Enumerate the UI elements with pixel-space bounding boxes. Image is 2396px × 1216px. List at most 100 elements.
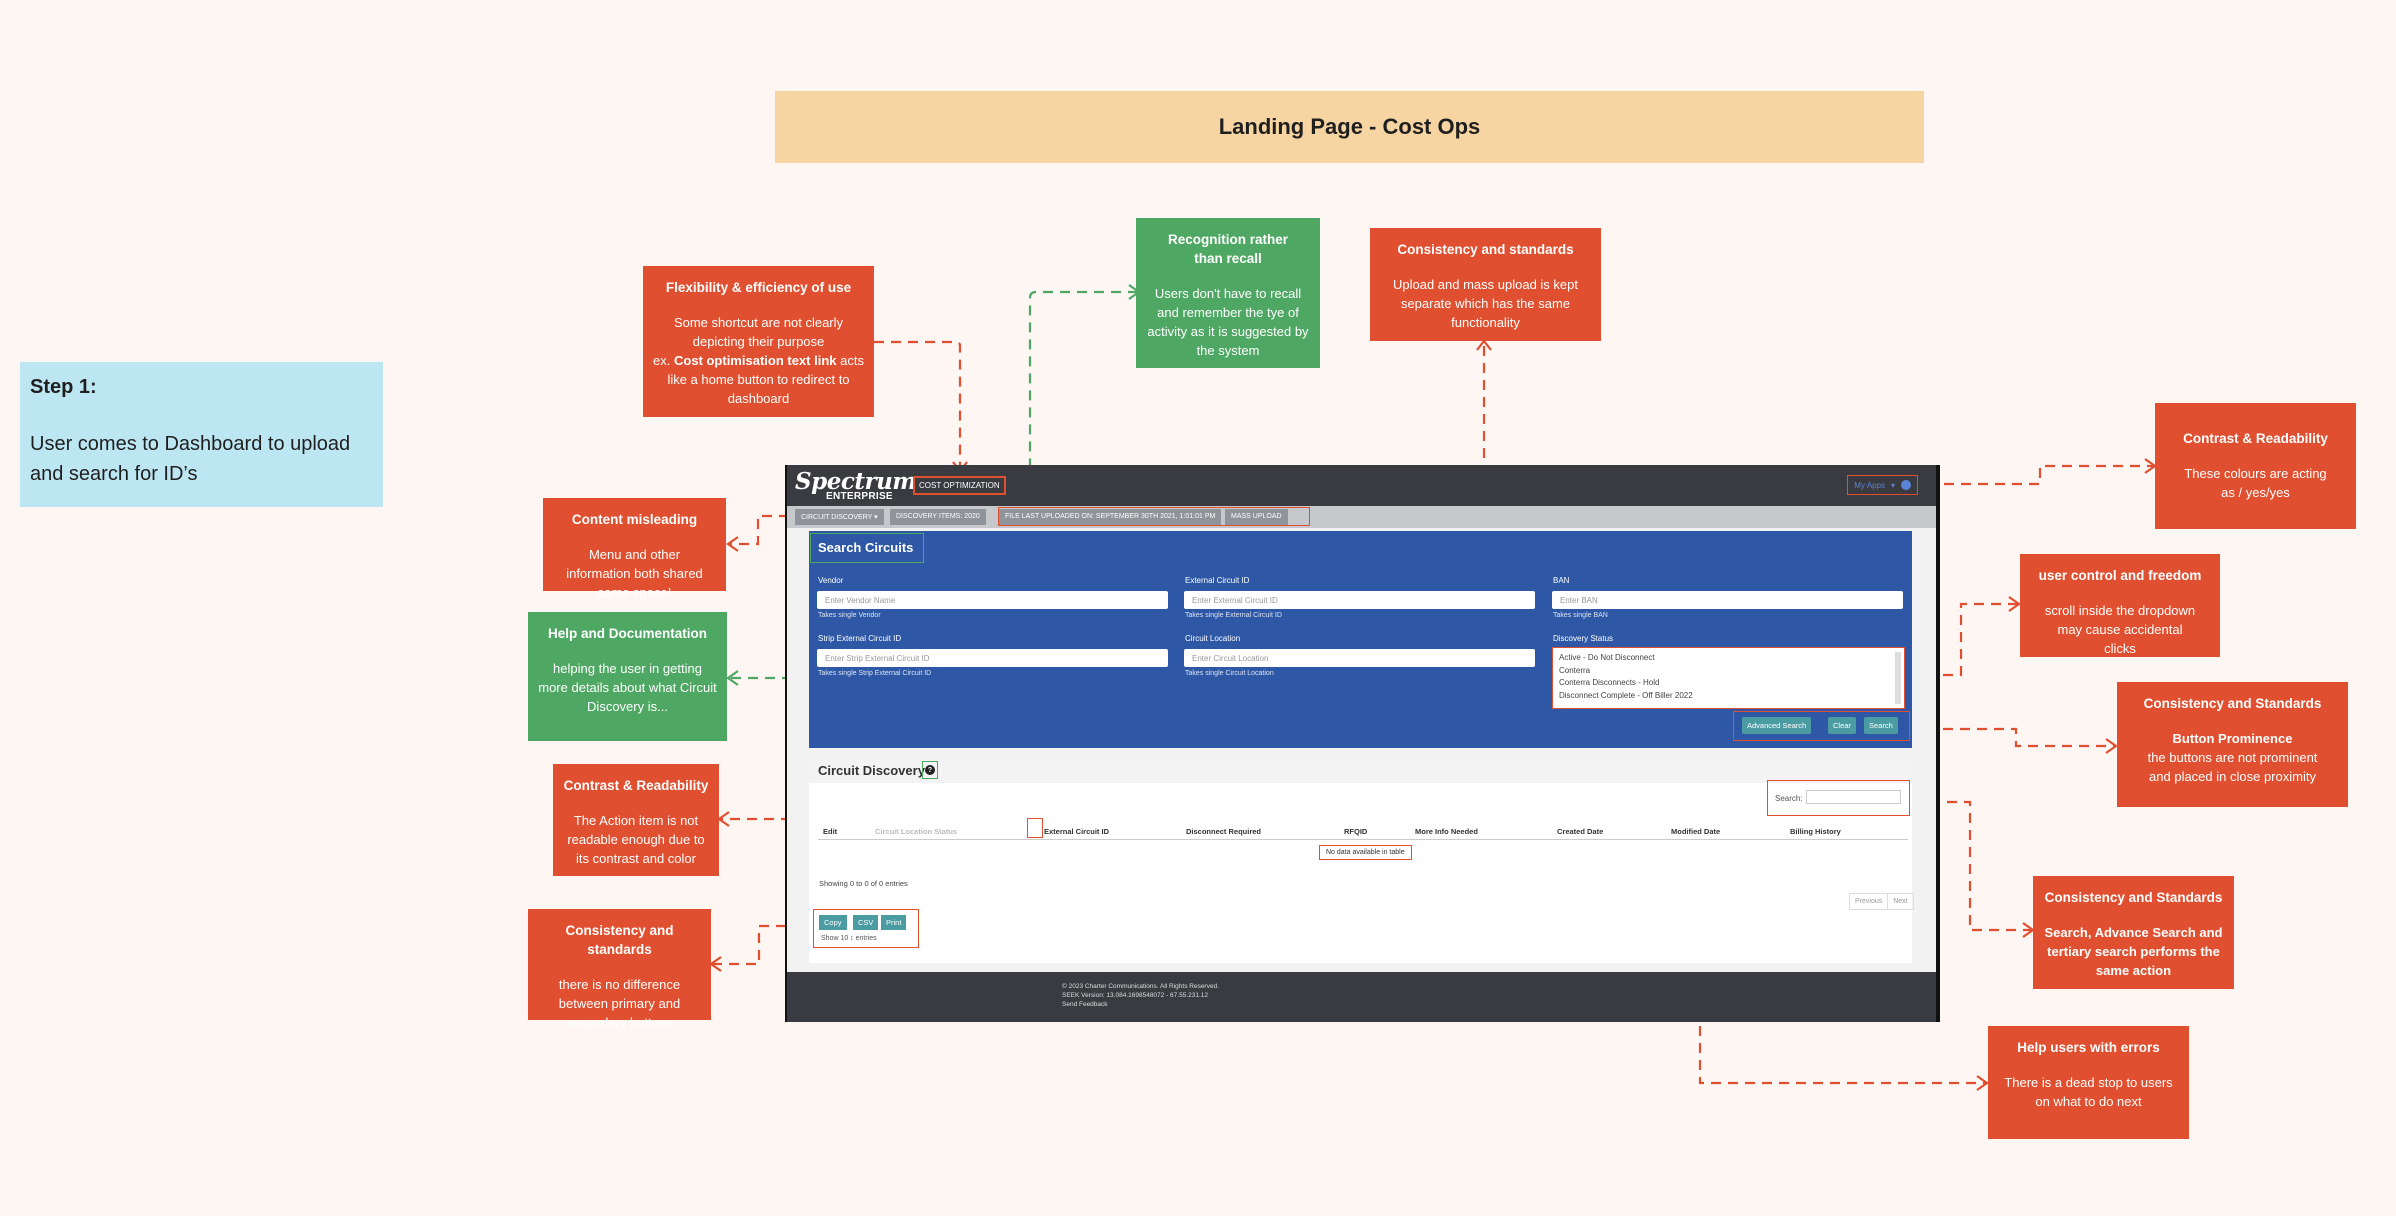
version-text: SEEK Version: 13.084.1698548072 - 67.55.… bbox=[1062, 992, 1209, 999]
note-consistency-search: Consistency and Standards Search, Advanc… bbox=[2033, 876, 2234, 989]
column-header[interactable]: More Info Needed bbox=[1415, 827, 1478, 836]
status-option[interactable]: Disconnect Complete - Off Biller 2022 bbox=[1559, 690, 1898, 703]
note-contrast-apps: Contrast & Readability These colours are… bbox=[2155, 403, 2356, 529]
note-content-misleading: Content misleading Menu and other inform… bbox=[543, 498, 726, 600]
note-recognition: Recognition rather than recall Users don… bbox=[1136, 218, 1320, 368]
ban-input[interactable]: Enter BAN bbox=[1552, 591, 1903, 609]
send-feedback-link[interactable]: Send Feedback bbox=[1062, 1001, 1108, 1008]
app-screenshot: Spectrum ENTERPRISE COST OPTIMIZATION My… bbox=[785, 465, 1940, 1022]
tab-discovery-items[interactable]: DISCOVERY ITEMS: 2020 bbox=[890, 509, 986, 525]
copy-button[interactable]: Copy bbox=[819, 915, 847, 930]
cost-optimization-link[interactable]: COST OPTIMIZATION bbox=[913, 476, 1006, 495]
column-header[interactable]: Modified Date bbox=[1671, 827, 1720, 836]
show-entries-select[interactable]: Show 10 ↕ entries bbox=[821, 935, 877, 942]
previous-button[interactable]: Previous bbox=[1850, 894, 1887, 909]
app-footer: © 2023 Charter Communications. All Right… bbox=[787, 972, 1936, 1022]
note-consistency-buttons-subtitle: Button Prominence bbox=[2172, 731, 2293, 746]
spectrum-logo-sub: ENTERPRISE bbox=[826, 491, 893, 502]
column-header[interactable]: Circuit Location Status bbox=[875, 827, 957, 836]
note-help-docs: Help and Documentation helping the user … bbox=[528, 612, 727, 741]
page-title: Landing Page - Cost Ops bbox=[775, 91, 1924, 163]
note-content-misleading-title: Content misleading bbox=[571, 512, 698, 527]
column-header[interactable]: Created Date bbox=[1557, 827, 1603, 836]
external-circuit-id-hint: Takes single External Circuit ID bbox=[1185, 612, 1282, 619]
next-button[interactable]: Next bbox=[1887, 894, 1912, 909]
external-circuit-id-label: External Circuit ID bbox=[1185, 576, 1250, 585]
status-option[interactable]: Active - Do Not Disconnect bbox=[1559, 652, 1898, 665]
app-header: Spectrum ENTERPRISE COST OPTIMIZATION My… bbox=[787, 465, 1936, 506]
csv-button[interactable]: CSV bbox=[853, 915, 879, 930]
chevron-down-icon: ▾ bbox=[1890, 480, 1895, 490]
column-header[interactable]: RFQID bbox=[1344, 827, 1367, 836]
table-search-input[interactable] bbox=[1806, 790, 1901, 804]
note-errors: Help users with errors There is a dead s… bbox=[1988, 1026, 2189, 1139]
note-contrast-action: Contrast & Readability The Action item i… bbox=[553, 764, 719, 876]
step-heading: Step 1: bbox=[30, 376, 97, 398]
help-icon[interactable]: ? bbox=[922, 761, 938, 779]
column-header[interactable]: Billing History bbox=[1790, 827, 1841, 836]
note-contrast-action-title: Contrast & Readability bbox=[563, 778, 709, 793]
discovery-status-select[interactable]: Active - Do Not Disconnect Conterra Cont… bbox=[1552, 647, 1905, 709]
clear-button[interactable]: Clear bbox=[1828, 717, 1856, 734]
note-consistency-upload-body: Upload and mass upload is kept separate … bbox=[1392, 277, 1578, 330]
step-text: User comes to Dashboard to upload and se… bbox=[30, 433, 351, 485]
note-consistency-buttons-title: Consistency and Standards bbox=[2143, 696, 2322, 711]
circuit-discovery-title: Circuit Discovery bbox=[818, 763, 925, 778]
vendor-input[interactable]: Enter Vendor Name bbox=[817, 591, 1168, 609]
note-consistency-export: Consistency and standards there is no di… bbox=[528, 909, 711, 1030]
status-option[interactable]: Conterra Disconnects - Hold bbox=[1559, 677, 1898, 690]
pagination: Previous Next bbox=[1849, 893, 1914, 910]
column-header[interactable]: Edit bbox=[823, 827, 837, 836]
strip-external-circuit-id-hint: Takes single Strip External Circuit ID bbox=[818, 670, 932, 677]
circuit-discovery-panel: Circuit Discovery ? Search: Edit Circuit… bbox=[809, 755, 1914, 963]
table-search: Search: bbox=[1767, 780, 1910, 816]
external-circuit-id-input[interactable]: Enter External Circuit ID bbox=[1184, 591, 1535, 609]
note-contrast-apps-title: Contrast & Readability bbox=[2183, 431, 2328, 446]
print-button[interactable]: Print bbox=[881, 915, 907, 930]
note-errors-body: There is a dead stop to users on what to… bbox=[2004, 1075, 2173, 1109]
note-help-docs-body: helping the user in getting more details… bbox=[538, 661, 717, 714]
note-flexibility-title: Flexibility & efficiency of use bbox=[665, 280, 852, 295]
circuit-discovery-header: Circuit Discovery ? bbox=[809, 755, 1912, 783]
status-scrollbar[interactable] bbox=[1895, 652, 1901, 704]
table-divider bbox=[818, 839, 1908, 840]
tab-circuit-discovery[interactable]: CIRCUIT DISCOVERY ▾ bbox=[795, 509, 884, 525]
note-flexibility-line2: ex. Cost optimisation text link acts lik… bbox=[653, 353, 864, 406]
note-consistency-buttons: Consistency and Standards Button Promine… bbox=[2117, 682, 2348, 807]
note-consistency-export-title: Consistency and standards bbox=[565, 923, 674, 957]
strip-external-circuit-id-label: Strip External Circuit ID bbox=[818, 634, 902, 643]
note-flexibility: Flexibility & efficiency of use Some sho… bbox=[643, 266, 874, 417]
vendor-hint: Takes single Vendor bbox=[818, 612, 881, 619]
status-option[interactable]: Conterra bbox=[1559, 665, 1898, 678]
note-consistency-upload-title: Consistency and standards bbox=[1397, 242, 1574, 257]
note-flexibility-line1: Some shortcut are not clearly depicting … bbox=[673, 315, 844, 349]
ban-hint: Takes single BAN bbox=[1553, 612, 1608, 619]
note-user-control: user control and freedom scroll inside t… bbox=[2020, 554, 2220, 657]
search-button[interactable]: Search bbox=[1864, 717, 1898, 734]
column-header[interactable]: External Circuit ID bbox=[1044, 827, 1109, 836]
circuit-location-label: Circuit Location bbox=[1185, 634, 1241, 643]
copyright-text: © 2023 Charter Communications. All Right… bbox=[1062, 983, 1219, 990]
my-apps-label: My Apps bbox=[1854, 480, 1885, 490]
entries-info: Showing 0 to 0 of 0 entries bbox=[819, 879, 908, 888]
note-content-misleading-body: Menu and other information both shared s… bbox=[566, 547, 703, 600]
my-apps-menu[interactable]: My Apps ▾ bbox=[1847, 475, 1918, 495]
search-button-group: Advanced Search Clear Search bbox=[1733, 711, 1910, 741]
table-search-label: Search: bbox=[1775, 794, 1803, 803]
note-consistency-search-body: Search, Advance Search and tertiary sear… bbox=[2044, 925, 2223, 978]
note-recognition-title: Recognition rather than recall bbox=[1167, 232, 1288, 266]
column-header[interactable]: Disconnect Required bbox=[1186, 827, 1261, 836]
discovery-status-label: Discovery Status bbox=[1553, 634, 1614, 643]
note-consistency-upload: Consistency and standards Upload and mas… bbox=[1370, 228, 1601, 341]
action-highlight bbox=[1027, 818, 1043, 838]
note-contrast-apps-body: These colours are acting as / yes/yes bbox=[2184, 466, 2327, 500]
circuit-location-input[interactable]: Enter Circuit Location bbox=[1184, 649, 1535, 667]
tab-highlight bbox=[998, 507, 1310, 526]
strip-external-circuit-id-input[interactable]: Enter Strip External Circuit ID bbox=[817, 649, 1168, 667]
advanced-search-button[interactable]: Advanced Search bbox=[1742, 717, 1812, 734]
note-consistency-search-title: Consistency and Standards bbox=[2044, 890, 2223, 905]
vendor-label: Vendor bbox=[818, 576, 844, 585]
ban-label: BAN bbox=[1553, 576, 1570, 585]
note-contrast-action-body: The Action item is not readable enough d… bbox=[567, 813, 705, 866]
note-consistency-buttons-body: the buttons are not prominent and placed… bbox=[2147, 750, 2318, 784]
